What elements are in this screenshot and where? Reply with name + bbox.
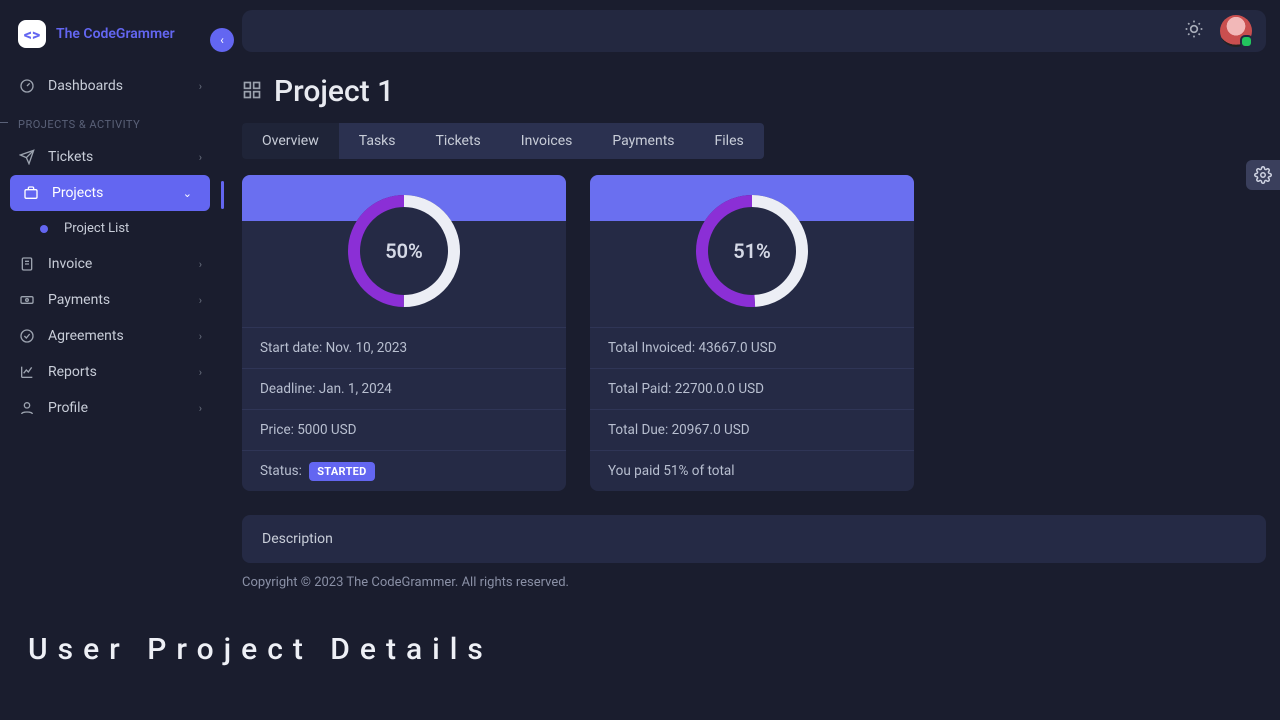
main-content: Project 1 Overview Tasks Tickets Invoice… (220, 0, 1280, 590)
row-deadline: Deadline: Jan. 1, 2024 (242, 368, 566, 409)
file-icon (18, 256, 36, 272)
brand-name: The CodeGrammer (56, 26, 175, 42)
chart-line-icon (18, 364, 36, 380)
briefcase-icon (22, 185, 40, 201)
gear-icon (1254, 166, 1272, 184)
chevron-right-icon: › (199, 151, 202, 164)
theme-toggle[interactable] (1184, 19, 1204, 43)
gauge-percent: 50% (346, 193, 462, 309)
nav-section-label: PROJECTS & ACTIVITY (0, 104, 220, 139)
chevron-right-icon: › (199, 402, 202, 415)
gauge-percent: 51% (694, 193, 810, 309)
chevron-right-icon: › (199, 258, 202, 271)
nav-label: Project List (64, 221, 129, 236)
description-panel: Description (242, 515, 1266, 563)
chevron-down-icon: ⌄ (183, 187, 192, 200)
tabs: Overview Tasks Tickets Invoices Payments… (242, 123, 1266, 159)
nav-label: Projects (52, 185, 103, 201)
nav-agreements[interactable]: Agreements › (0, 318, 220, 354)
topbar (242, 10, 1266, 52)
gauge-icon (18, 78, 36, 94)
payment-card: 51% Total Invoiced: 43667.0 USD Total Pa… (590, 175, 914, 491)
sidebar-collapse-button[interactable]: ‹ (210, 28, 234, 52)
page-title-row: Project 1 (242, 74, 1266, 109)
settings-fab[interactable] (1246, 160, 1280, 190)
footer-copyright: Copyright © 2023 The CodeGrammer. All ri… (242, 575, 1266, 590)
logo-icon: <> (24, 25, 40, 44)
row-status: Status: STARTED (242, 450, 566, 491)
page-title: Project 1 (274, 74, 394, 109)
nav-label: Agreements (48, 328, 124, 344)
row-price: Price: 5000 USD (242, 409, 566, 450)
nav-projects[interactable]: Projects ⌄ (10, 175, 210, 211)
chevron-right-icon: › (199, 80, 202, 93)
payment-gauge: 51% (694, 193, 810, 309)
tab-payments[interactable]: Payments (592, 123, 694, 159)
chevron-right-icon: › (199, 294, 202, 307)
nav-label: Profile (48, 400, 88, 416)
status-label: Status: (260, 463, 302, 479)
bullet-icon (40, 225, 48, 233)
brand-logo: <> (18, 20, 46, 48)
nav-label: Reports (48, 364, 97, 380)
progress-card: 50% Start date: Nov. 10, 2023 Deadline: … (242, 175, 566, 491)
nav-reports[interactable]: Reports › (0, 354, 220, 390)
user-icon (18, 400, 36, 416)
row-paid: Total Paid: 22700.0.0 USD (590, 368, 914, 409)
image-caption: User Project Details (28, 632, 493, 667)
nav-label: Invoice (48, 256, 92, 272)
nav-project-list[interactable]: Project List (0, 211, 220, 246)
tab-overview[interactable]: Overview (242, 123, 339, 159)
chevron-right-icon: › (199, 330, 202, 343)
row-start-date: Start date: Nov. 10, 2023 (242, 327, 566, 368)
nav-label: Payments (48, 292, 110, 308)
nav-payments[interactable]: Payments › (0, 282, 220, 318)
tab-tickets[interactable]: Tickets (416, 123, 501, 159)
brand-row: <> The CodeGrammer (0, 10, 220, 68)
nav-label: Dashboards (48, 78, 123, 94)
cash-icon (18, 292, 36, 308)
chevron-left-icon: ‹ (220, 33, 224, 47)
tab-tasks[interactable]: Tasks (339, 123, 416, 159)
progress-gauge: 50% (346, 193, 462, 309)
tab-invoices[interactable]: Invoices (501, 123, 593, 159)
row-due: Total Due: 20967.0 USD (590, 409, 914, 450)
user-avatar[interactable] (1220, 15, 1252, 47)
nav-tickets[interactable]: Tickets › (0, 139, 220, 175)
paper-plane-icon (18, 149, 36, 165)
status-badge: STARTED (309, 462, 374, 481)
nav-label: Tickets (48, 149, 93, 165)
chevron-right-icon: › (199, 366, 202, 379)
nav-invoice[interactable]: Invoice › (0, 246, 220, 282)
tab-files[interactable]: Files (695, 123, 764, 159)
sidebar: <> The CodeGrammer ‹ Dashboards › PROJEC… (0, 0, 220, 590)
active-indicator (221, 181, 224, 209)
description-heading: Description (262, 531, 1246, 547)
sun-icon (1184, 19, 1204, 39)
nav-dashboards[interactable]: Dashboards › (0, 68, 220, 104)
nav-profile[interactable]: Profile › (0, 390, 220, 426)
check-circle-icon (18, 328, 36, 344)
grid-icon (242, 80, 262, 104)
row-note: You paid 51% of total (590, 450, 914, 491)
row-invoiced: Total Invoiced: 43667.0 USD (590, 327, 914, 368)
